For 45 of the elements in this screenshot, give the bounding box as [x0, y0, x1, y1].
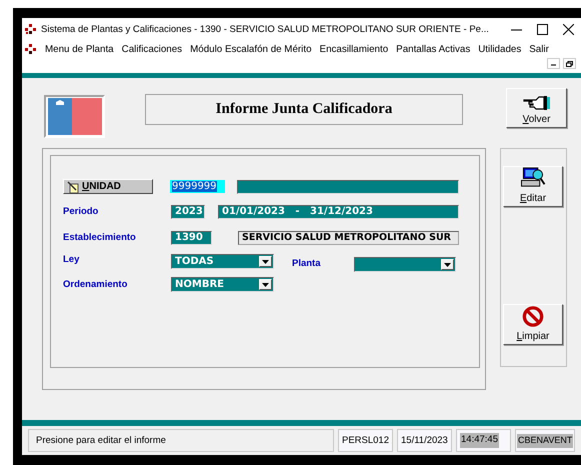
status-field: PERSL012 [338, 429, 393, 452]
dropdown-arrow-icon [444, 262, 451, 266]
menu-item[interactable]: Calificaciones [122, 44, 182, 54]
ordenamiento-dropdown[interactable]: NOMBRE [171, 277, 274, 292]
menu-item[interactable]: Pantallas Activas [396, 44, 470, 54]
unidad-code-field[interactable]: 9999999 [170, 180, 225, 193]
maximize-icon [536, 24, 548, 34]
periodo-label: Periodo [63, 206, 100, 217]
planta-label: Planta [292, 258, 321, 269]
status-message: Presione para editar el informe [28, 429, 334, 452]
prohibited-icon [521, 305, 545, 328]
year-field: 2023 [171, 204, 205, 218]
minimize-button[interactable] [547, 58, 560, 69]
ley-dropdown[interactable]: TODAS [171, 254, 274, 269]
menu-item[interactable]: Módulo Escalafón de Mérito [190, 44, 312, 54]
pointing-hand-icon [522, 95, 550, 111]
back-button[interactable]: Volver [506, 88, 567, 128]
establecimiento-code-field: 1390 [171, 230, 212, 244]
ley-label: Ley [63, 254, 80, 265]
planta-dropdown[interactable] [354, 257, 456, 272]
establecimiento-name-field: SERVICIO SALUD METROPOLITANO SUR [238, 230, 459, 244]
status-field: 15/11/2023 [397, 429, 452, 452]
menu-item[interactable]: Utilidades [478, 44, 522, 54]
app-icon [25, 44, 37, 54]
restore-button[interactable] [563, 58, 576, 69]
edit-button[interactable]: Editar [503, 166, 563, 207]
menu-item[interactable]: Encasillamiento [320, 44, 388, 54]
window-title: Sistema de Plantas y Calificaciones - 1390 - SERVICIO SALUD METROPOLITANO SUR ORIENTE - Pe... [41, 24, 489, 34]
report-title: Informe Junta Calificadora [145, 94, 463, 125]
dropdown-arrow-icon [262, 282, 269, 286]
menu-item[interactable]: Menu de Planta [45, 44, 114, 54]
unidad-button[interactable]: UNIDAD [63, 179, 153, 194]
ordenamiento-label: Ordenamiento [63, 279, 128, 290]
dropdown-arrow-icon [262, 260, 269, 264]
status-field: 14:47:45 [456, 429, 511, 452]
clear-button[interactable]: Limpiar [503, 304, 563, 345]
restore-icon [566, 60, 573, 66]
date-range-field: 01/01/2023 - 31/12/2023 [218, 204, 459, 218]
menu-item[interactable]: Salir [529, 44, 549, 54]
document-pencil-icon [67, 180, 81, 192]
close-icon [562, 24, 574, 34]
ministry-logo [48, 98, 102, 135]
status-field: CBENAVENT [515, 429, 575, 452]
establecimiento-label: Establecimiento [63, 232, 137, 243]
app-icon [25, 24, 37, 34]
